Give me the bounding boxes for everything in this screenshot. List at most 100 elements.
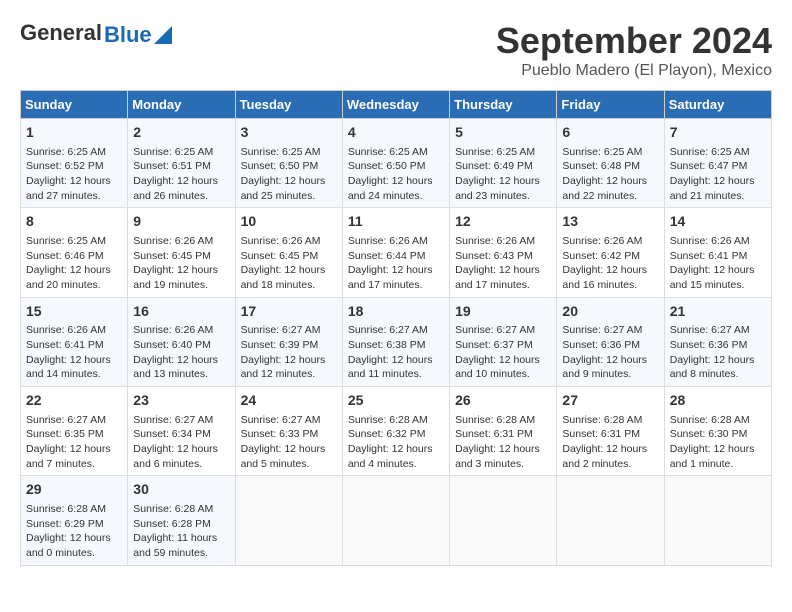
calendar-cell (450, 476, 557, 565)
day-number: 18 (348, 302, 444, 322)
page-header: General Blue September 2024 Pueblo Mader… (20, 20, 772, 80)
calendar-cell: 16Sunrise: 6:26 AMSunset: 6:40 PMDayligh… (128, 297, 235, 386)
calendar-cell: 30Sunrise: 6:28 AMSunset: 6:28 PMDayligh… (128, 476, 235, 565)
calendar-week-2: 8Sunrise: 6:25 AMSunset: 6:46 PMDaylight… (21, 208, 772, 297)
cell-content: Sunrise: 6:27 AMSunset: 6:39 PMDaylight:… (241, 323, 337, 382)
cell-content: Sunrise: 6:28 AMSunset: 6:31 PMDaylight:… (455, 413, 551, 472)
day-number: 28 (670, 391, 766, 411)
calendar-cell: 6Sunrise: 6:25 AMSunset: 6:48 PMDaylight… (557, 119, 664, 208)
day-number: 15 (26, 302, 122, 322)
calendar-cell: 5Sunrise: 6:25 AMSunset: 6:49 PMDaylight… (450, 119, 557, 208)
cell-content: Sunrise: 6:28 AMSunset: 6:28 PMDaylight:… (133, 502, 229, 561)
day-number: 9 (133, 212, 229, 232)
day-number: 11 (348, 212, 444, 232)
calendar-cell: 9Sunrise: 6:26 AMSunset: 6:45 PMDaylight… (128, 208, 235, 297)
cell-content: Sunrise: 6:27 AMSunset: 6:36 PMDaylight:… (670, 323, 766, 382)
day-number: 4 (348, 123, 444, 143)
day-number: 1 (26, 123, 122, 143)
calendar-cell: 1Sunrise: 6:25 AMSunset: 6:52 PMDaylight… (21, 119, 128, 208)
day-number: 7 (670, 123, 766, 143)
day-number: 23 (133, 391, 229, 411)
cell-content: Sunrise: 6:25 AMSunset: 6:46 PMDaylight:… (26, 234, 122, 293)
calendar-cell (235, 476, 342, 565)
cell-content: Sunrise: 6:25 AMSunset: 6:48 PMDaylight:… (562, 145, 658, 204)
calendar-cell: 2Sunrise: 6:25 AMSunset: 6:51 PMDaylight… (128, 119, 235, 208)
day-number: 8 (26, 212, 122, 232)
calendar-week-5: 29Sunrise: 6:28 AMSunset: 6:29 PMDayligh… (21, 476, 772, 565)
calendar-cell: 29Sunrise: 6:28 AMSunset: 6:29 PMDayligh… (21, 476, 128, 565)
calendar-cell: 17Sunrise: 6:27 AMSunset: 6:39 PMDayligh… (235, 297, 342, 386)
calendar-cell: 25Sunrise: 6:28 AMSunset: 6:32 PMDayligh… (342, 387, 449, 476)
calendar-cell: 22Sunrise: 6:27 AMSunset: 6:35 PMDayligh… (21, 387, 128, 476)
calendar-cell: 8Sunrise: 6:25 AMSunset: 6:46 PMDaylight… (21, 208, 128, 297)
calendar-cell: 13Sunrise: 6:26 AMSunset: 6:42 PMDayligh… (557, 208, 664, 297)
calendar-cell: 21Sunrise: 6:27 AMSunset: 6:36 PMDayligh… (664, 297, 771, 386)
calendar-week-1: 1Sunrise: 6:25 AMSunset: 6:52 PMDaylight… (21, 119, 772, 208)
calendar-cell: 18Sunrise: 6:27 AMSunset: 6:38 PMDayligh… (342, 297, 449, 386)
calendar-cell: 15Sunrise: 6:26 AMSunset: 6:41 PMDayligh… (21, 297, 128, 386)
cell-content: Sunrise: 6:25 AMSunset: 6:49 PMDaylight:… (455, 145, 551, 204)
calendar-week-3: 15Sunrise: 6:26 AMSunset: 6:41 PMDayligh… (21, 297, 772, 386)
calendar-week-4: 22Sunrise: 6:27 AMSunset: 6:35 PMDayligh… (21, 387, 772, 476)
day-number: 13 (562, 212, 658, 232)
calendar-cell: 7Sunrise: 6:25 AMSunset: 6:47 PMDaylight… (664, 119, 771, 208)
cell-content: Sunrise: 6:26 AMSunset: 6:44 PMDaylight:… (348, 234, 444, 293)
calendar-cell (342, 476, 449, 565)
calendar-cell: 24Sunrise: 6:27 AMSunset: 6:33 PMDayligh… (235, 387, 342, 476)
header-day-thursday: Thursday (450, 91, 557, 119)
cell-content: Sunrise: 6:28 AMSunset: 6:31 PMDaylight:… (562, 413, 658, 472)
day-number: 16 (133, 302, 229, 322)
day-number: 19 (455, 302, 551, 322)
calendar-cell (557, 476, 664, 565)
cell-content: Sunrise: 6:27 AMSunset: 6:37 PMDaylight:… (455, 323, 551, 382)
cell-content: Sunrise: 6:27 AMSunset: 6:36 PMDaylight:… (562, 323, 658, 382)
day-number: 17 (241, 302, 337, 322)
calendar-header-row: SundayMondayTuesdayWednesdayThursdayFrid… (21, 91, 772, 119)
header-day-sunday: Sunday (21, 91, 128, 119)
cell-content: Sunrise: 6:28 AMSunset: 6:30 PMDaylight:… (670, 413, 766, 472)
cell-content: Sunrise: 6:26 AMSunset: 6:40 PMDaylight:… (133, 323, 229, 382)
calendar-cell: 10Sunrise: 6:26 AMSunset: 6:45 PMDayligh… (235, 208, 342, 297)
calendar-cell (664, 476, 771, 565)
cell-content: Sunrise: 6:26 AMSunset: 6:42 PMDaylight:… (562, 234, 658, 293)
day-number: 20 (562, 302, 658, 322)
cell-content: Sunrise: 6:25 AMSunset: 6:47 PMDaylight:… (670, 145, 766, 204)
cell-content: Sunrise: 6:27 AMSunset: 6:35 PMDaylight:… (26, 413, 122, 472)
logo: General Blue (20, 20, 172, 46)
logo-general: General (20, 20, 102, 46)
page-subtitle: Pueblo Madero (El Playon), Mexico (496, 62, 772, 80)
day-number: 12 (455, 212, 551, 232)
day-number: 14 (670, 212, 766, 232)
calendar-cell: 19Sunrise: 6:27 AMSunset: 6:37 PMDayligh… (450, 297, 557, 386)
cell-content: Sunrise: 6:25 AMSunset: 6:52 PMDaylight:… (26, 145, 122, 204)
day-number: 5 (455, 123, 551, 143)
calendar-cell: 4Sunrise: 6:25 AMSunset: 6:50 PMDaylight… (342, 119, 449, 208)
cell-content: Sunrise: 6:26 AMSunset: 6:41 PMDaylight:… (670, 234, 766, 293)
day-number: 2 (133, 123, 229, 143)
cell-content: Sunrise: 6:27 AMSunset: 6:33 PMDaylight:… (241, 413, 337, 472)
day-number: 27 (562, 391, 658, 411)
logo-arrow-icon (154, 26, 172, 44)
logo-blue: Blue (104, 24, 152, 46)
header-day-monday: Monday (128, 91, 235, 119)
calendar-cell: 28Sunrise: 6:28 AMSunset: 6:30 PMDayligh… (664, 387, 771, 476)
day-number: 26 (455, 391, 551, 411)
cell-content: Sunrise: 6:25 AMSunset: 6:50 PMDaylight:… (241, 145, 337, 204)
cell-content: Sunrise: 6:25 AMSunset: 6:51 PMDaylight:… (133, 145, 229, 204)
day-number: 25 (348, 391, 444, 411)
day-number: 3 (241, 123, 337, 143)
header-day-tuesday: Tuesday (235, 91, 342, 119)
header-day-friday: Friday (557, 91, 664, 119)
cell-content: Sunrise: 6:26 AMSunset: 6:41 PMDaylight:… (26, 323, 122, 382)
calendar-cell: 26Sunrise: 6:28 AMSunset: 6:31 PMDayligh… (450, 387, 557, 476)
cell-content: Sunrise: 6:25 AMSunset: 6:50 PMDaylight:… (348, 145, 444, 204)
cell-content: Sunrise: 6:26 AMSunset: 6:45 PMDaylight:… (133, 234, 229, 293)
header-day-wednesday: Wednesday (342, 91, 449, 119)
day-number: 10 (241, 212, 337, 232)
day-number: 29 (26, 480, 122, 500)
title-area: September 2024 Pueblo Madero (El Playon)… (496, 20, 772, 80)
cell-content: Sunrise: 6:26 AMSunset: 6:45 PMDaylight:… (241, 234, 337, 293)
calendar-cell: 20Sunrise: 6:27 AMSunset: 6:36 PMDayligh… (557, 297, 664, 386)
calendar-cell: 11Sunrise: 6:26 AMSunset: 6:44 PMDayligh… (342, 208, 449, 297)
page-title: September 2024 (496, 20, 772, 62)
